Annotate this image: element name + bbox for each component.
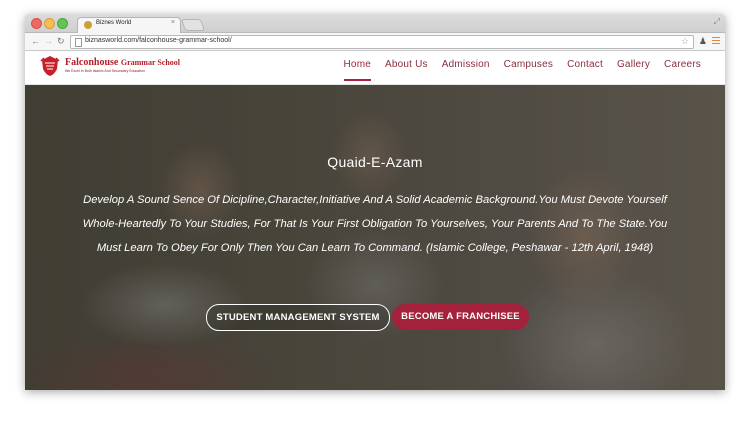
fullscreen-icon[interactable]: ⤢ [714,17,720,27]
browser-toolbar: ← → ↻ biznasworld.com/falconhouse-gramma… [25,33,725,51]
logo-name-suffix: Grammar School [120,58,181,67]
maximize-window-button[interactable] [57,18,68,29]
browser-window: Biznes World × ⤢ ← → ↻ biznasworld.com/f… [25,14,725,390]
nav-home[interactable]: Home [343,51,372,81]
logo-name[interactable]: Falconhouse Grammar School [65,57,180,68]
logo-name-primary: Falconhouse [65,57,119,68]
browser-tab[interactable]: Biznes World × [77,17,181,33]
page-icon [75,38,82,47]
minimize-window-button[interactable] [44,18,55,29]
nav-contact[interactable]: Contact [567,51,603,81]
hero-title: Quaid-E-Azam [327,154,423,170]
student-management-system-button[interactable]: STUDENT MANAGEMENT SYSTEM [206,304,390,331]
reload-icon[interactable]: ↻ [57,36,65,46]
site-header: Falconhouse Grammar School We Excel In B… [25,51,725,85]
back-icon[interactable]: ← [31,36,40,46]
main-nav: Home About Us Admission Campuses Contact… [343,51,701,84]
close-window-button[interactable] [31,18,42,29]
tab-bar: Biznes World × ⤢ [25,14,725,33]
nav-admission[interactable]: Admission [442,51,490,81]
tab-title: Biznes World [96,20,132,26]
logo-tagline: We Excel In Both Islamic And Secondary E… [65,69,145,73]
bookmark-star-icon[interactable]: ☆ [681,36,689,47]
nav-about-us[interactable]: About Us [385,51,428,81]
forward-icon[interactable]: → [44,36,53,46]
nav-gallery[interactable]: Gallery [617,51,650,81]
url-text: biznasworld.com/falconhouse-grammar-scho… [85,37,232,44]
new-tab-button[interactable] [180,19,206,31]
extension-icon[interactable]: ♟ [699,36,707,47]
favicon-icon [84,21,92,29]
browser-menu-icon[interactable] [712,35,720,46]
hero-banner: Quaid-E-Azam Develop A Sound Sence Of Di… [25,85,725,390]
nav-campuses[interactable]: Campuses [504,51,553,81]
tab-close-icon[interactable]: × [171,19,175,26]
school-crest-icon [40,56,60,76]
nav-careers[interactable]: Careers [664,51,701,81]
hero-quote: Develop A Sound Sence Of Dicipline,Chara… [82,194,668,254]
address-bar[interactable]: biznasworld.com/falconhouse-grammar-scho… [70,35,694,49]
become-franchisee-button[interactable]: BECOME A FRANCHISEE [392,304,529,330]
hero-content: Quaid-E-Azam Develop A Sound Sence Of Di… [25,85,725,390]
